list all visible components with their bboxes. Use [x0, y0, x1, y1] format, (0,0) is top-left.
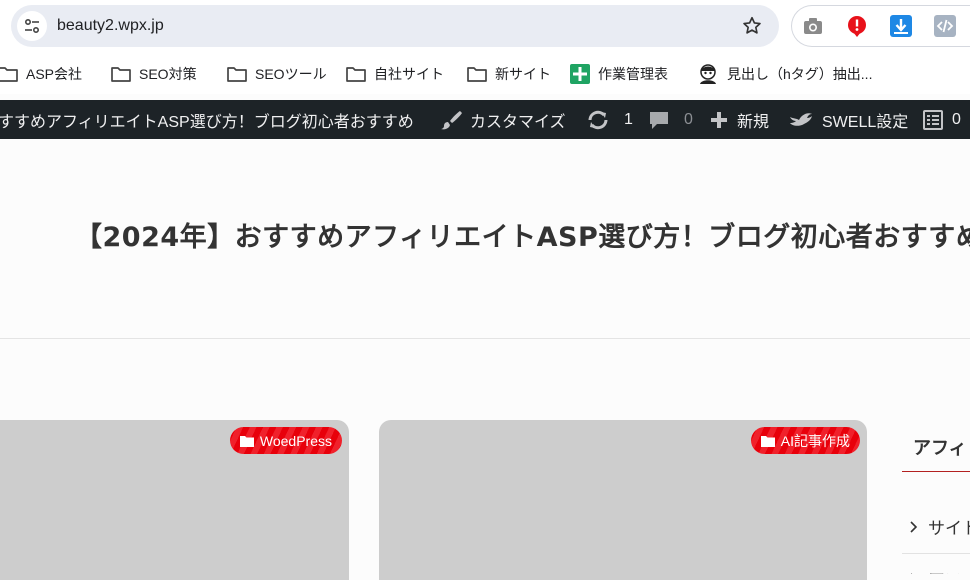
extensions-area	[791, 5, 970, 47]
folder-icon	[760, 435, 775, 447]
bookmark-label: 作業管理表	[598, 66, 668, 82]
site-info-icon[interactable]	[17, 11, 47, 41]
bookmark-star-icon[interactable]	[741, 15, 763, 37]
chevron-right-icon	[910, 520, 918, 533]
folder-icon	[346, 67, 366, 82]
comments-count: 0	[684, 110, 693, 128]
admin-bar-updates[interactable]: 1	[586, 100, 633, 139]
admin-bar-new[interactable]: 新規	[709, 100, 769, 139]
bookmark-asp[interactable]: ASP会社	[0, 64, 82, 84]
form-icon	[923, 109, 943, 130]
widget-title-underline	[902, 471, 970, 472]
bookmark-new-site[interactable]: 新サイト	[467, 64, 551, 84]
widget-title: アフィリエイト	[913, 438, 970, 459]
bookmarks-bar: ASP会社 SEO対策 SEOツール 自社サイト 新サイト 作業管理表 見出し（…	[0, 54, 970, 94]
bookmark-label: ASP会社	[26, 66, 83, 82]
widget-separator	[902, 553, 970, 554]
wp-admin-bar: すすめアフィリエイトASP選び方！ブログ初心者おすすめ カスタマイズ 1 0 新…	[0, 100, 970, 139]
folder-icon	[467, 67, 487, 82]
sheets-plus-icon	[570, 64, 590, 84]
plus-icon	[711, 111, 727, 128]
category-badge[interactable]: WoedPress	[229, 427, 342, 454]
site-title[interactable]: 【2024年】おすすめアフィリエイトASP選び方！ブログ初心者おすすめ	[75, 215, 970, 254]
bookmark-label: SEOツール	[255, 66, 327, 82]
brush-icon	[441, 110, 462, 129]
code-icon[interactable]	[934, 15, 956, 37]
sidebar-widget: アフィリエイト サイト アフィ	[902, 420, 970, 574]
bookmark-heading-extract[interactable]: 見出し（hタグ）抽出...	[697, 64, 872, 84]
admin-bar-customize[interactable]: カスタマイズ	[440, 100, 566, 139]
folder-icon	[111, 67, 131, 82]
category-badge[interactable]: AI記事作成	[750, 427, 860, 454]
stats-count: 0	[952, 110, 961, 128]
folder-icon	[0, 67, 18, 82]
bookmark-label: 自社サイト	[374, 66, 444, 82]
updates-count: 1	[624, 110, 633, 128]
admin-bar-stats[interactable]: 0	[922, 100, 961, 139]
updates-icon	[588, 110, 608, 129]
widget-item-label: アフィ	[928, 566, 970, 574]
category-label: WoedPress	[259, 432, 332, 449]
bookmark-label: 見出し（hタグ）抽出...	[727, 66, 873, 82]
exclamation-pin-icon[interactable]	[846, 15, 868, 37]
folder-icon	[239, 435, 254, 447]
admin-bar-site-name[interactable]: すすめアフィリエイトASP選び方！ブログ初心者おすすめ	[0, 100, 414, 139]
widget-list-item[interactable]: サイト	[910, 514, 970, 539]
new-label: 新規	[737, 113, 770, 131]
comment-icon	[650, 111, 668, 129]
admin-bar-swell-settings[interactable]: SWELL設定	[788, 100, 908, 139]
swell-settings-label: SWELL設定	[822, 113, 909, 131]
bookmark-seo-tools[interactable]: SEOツール	[227, 64, 327, 84]
browser-toolbar: beauty2.wpx.jp	[0, 0, 970, 54]
site-name-label: すすめアフィリエイトASP選び方！ブログ初心者おすすめ	[0, 113, 414, 131]
bookmark-seo[interactable]: SEO対策	[111, 64, 197, 84]
bookmark-label: 新サイト	[495, 66, 551, 82]
bookmark-own-site[interactable]: 自社サイト	[346, 64, 444, 84]
swell-bird-icon	[790, 112, 812, 126]
character-icon	[700, 64, 716, 84]
folder-icon	[227, 67, 247, 82]
category-label: AI記事作成	[780, 432, 850, 449]
customize-label: カスタマイズ	[470, 113, 566, 131]
widget-list-item[interactable]: アフィ	[910, 566, 970, 574]
camera-icon[interactable]	[802, 15, 824, 37]
bookmark-label: SEO対策	[139, 66, 197, 82]
url-text[interactable]: beauty2.wpx.jp	[57, 17, 164, 35]
download-icon[interactable]	[890, 15, 912, 37]
site-header: 【2024年】おすすめアフィリエイトASP選び方！ブログ初心者おすすめ	[0, 139, 970, 339]
bookmark-task-sheet[interactable]: 作業管理表	[570, 64, 668, 84]
widget-item-label: サイト	[928, 519, 970, 539]
address-bar[interactable]: beauty2.wpx.jp	[11, 5, 779, 47]
post-card[interactable]: AI記事作成	[379, 420, 867, 580]
post-card[interactable]: WoedPress	[0, 420, 349, 580]
admin-bar-comments[interactable]: 0	[648, 100, 693, 139]
